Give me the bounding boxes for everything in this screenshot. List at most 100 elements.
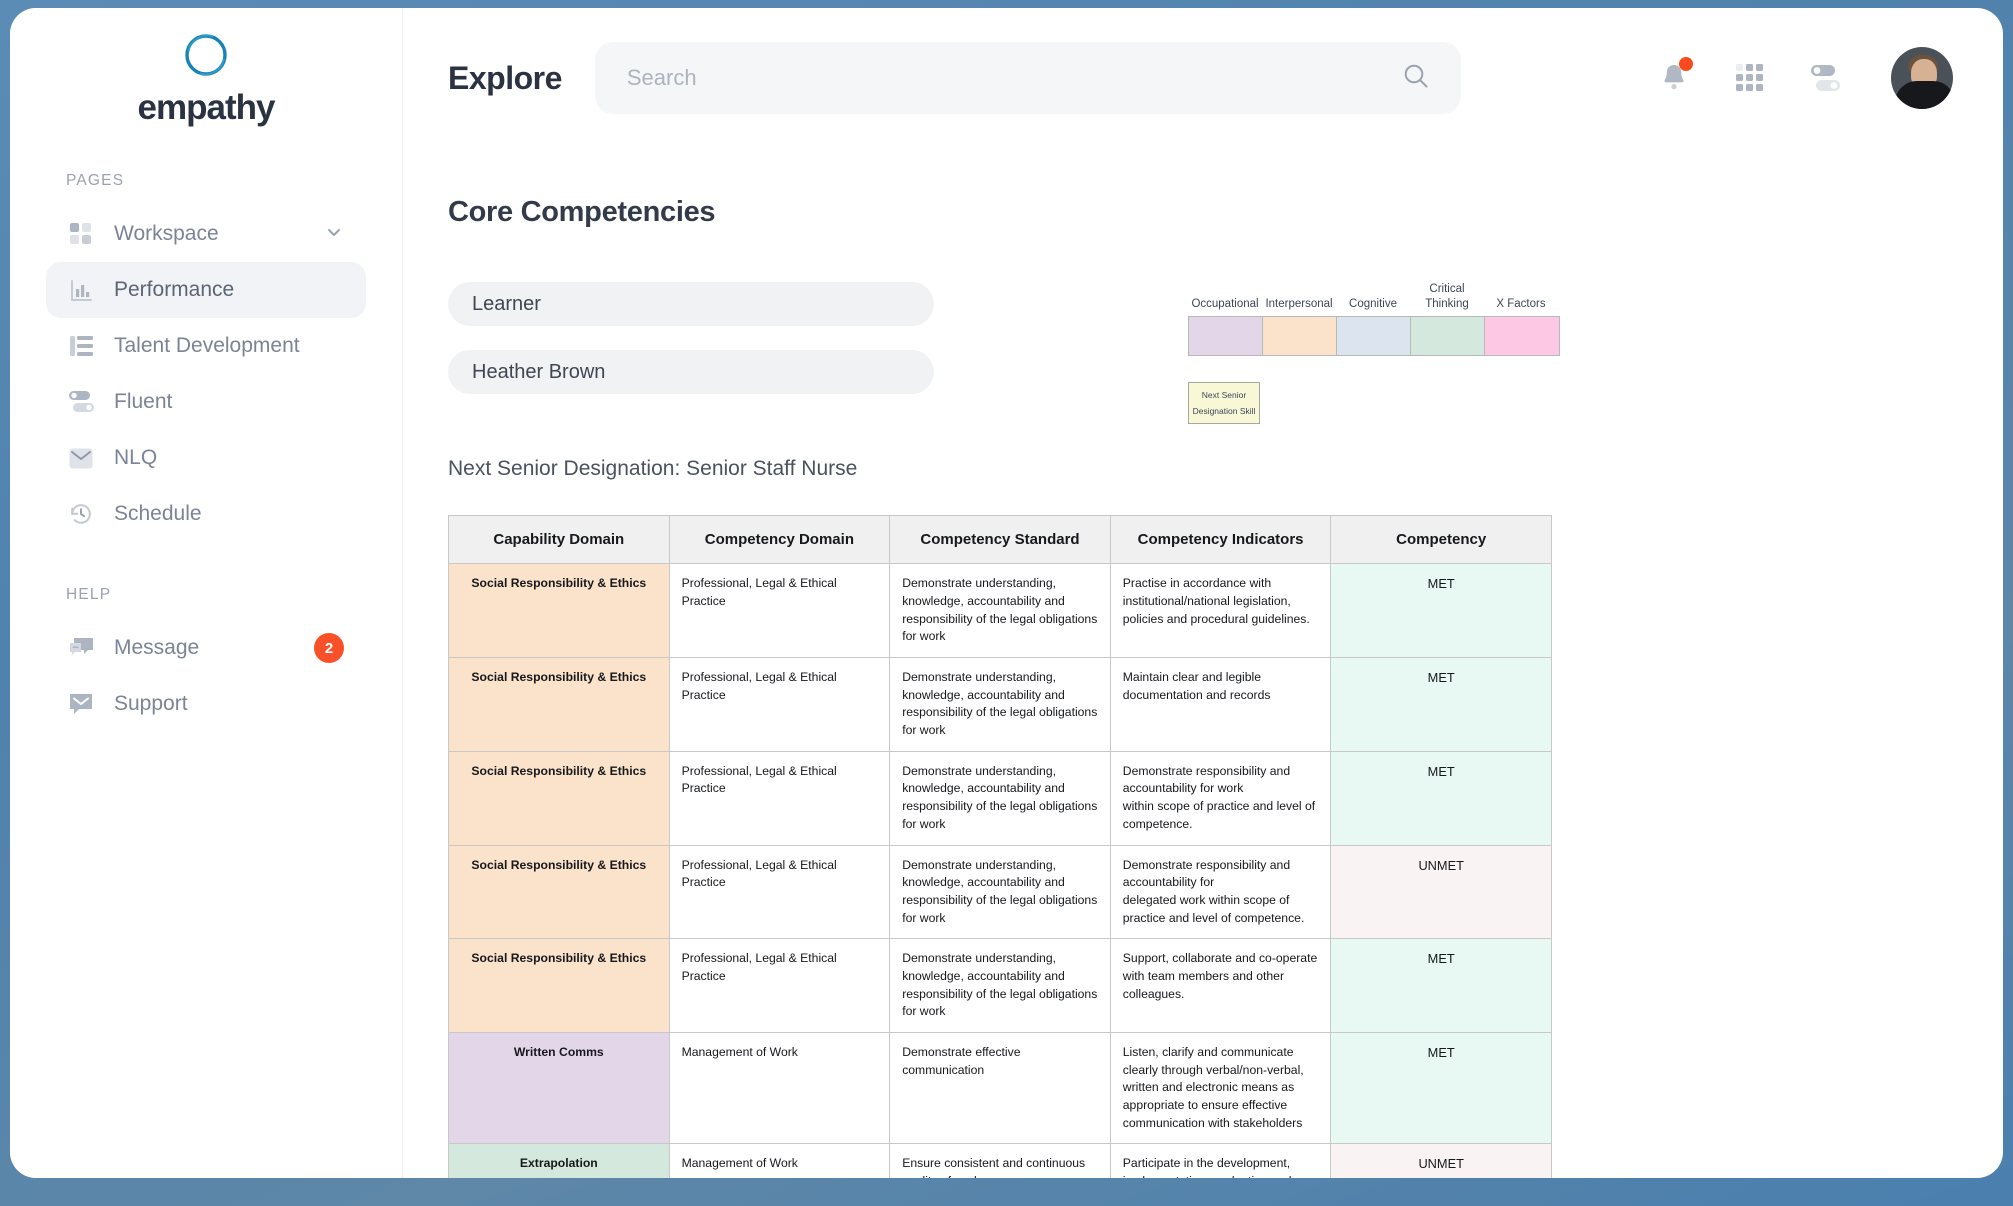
cell-competency-indicators: Participate in the development, implemen… bbox=[1109, 1143, 1332, 1178]
sidebar-item-performance[interactable]: Performance bbox=[46, 262, 366, 318]
sidebar-item-support[interactable]: Support bbox=[46, 676, 366, 732]
sidebar-item-label: Workspace bbox=[114, 222, 219, 245]
legend-label: X Factors bbox=[1496, 298, 1546, 311]
cell-competency-status: MET bbox=[1330, 750, 1552, 846]
sidebar-item-label: Fluent bbox=[114, 390, 173, 413]
chevron-down-icon[interactable] bbox=[324, 222, 344, 247]
brand-logo[interactable]: empathy bbox=[10, 8, 402, 128]
cell-competency-indicators: Support, collaborate and co-operate with… bbox=[1109, 938, 1332, 1034]
cell-capability-domain: Extrapolation bbox=[448, 1143, 670, 1178]
list-icon bbox=[68, 333, 94, 359]
cell-competency-standard: Demonstrate understanding, knowledge, ac… bbox=[889, 657, 1111, 752]
cell-competency-domain: Professional, Legal & Ethical Practice bbox=[668, 938, 891, 1034]
table-row[interactable]: Extrapolation Management of Work Ensure co… bbox=[448, 1143, 1552, 1178]
filters-and-legend-row: Learner Heather Brown Occupational Inter… bbox=[448, 282, 1953, 425]
column-header-competency-standard: Competency Standard bbox=[889, 515, 1111, 565]
header-icon-group bbox=[1613, 47, 1953, 109]
sidebar-item-label: Performance bbox=[114, 278, 235, 301]
notifications-button[interactable] bbox=[1659, 57, 1693, 94]
sidebar-item-workspace[interactable]: Workspace bbox=[46, 206, 366, 262]
avatar[interactable] bbox=[1891, 47, 1953, 109]
cell-capability-domain: Social Responsibility & Ethics bbox=[448, 657, 670, 752]
cell-competency-standard: Demonstrate understanding, knowledge, ac… bbox=[889, 750, 1111, 846]
sidebar-item-label: Message bbox=[114, 636, 200, 659]
sidebar-item-fluent[interactable]: Fluent bbox=[46, 374, 366, 430]
app-frame: empathy PAGES Workspace Performance Tale… bbox=[0, 0, 2013, 1206]
main-content: Core Competencies Learner Heather Brown … bbox=[403, 148, 2003, 1178]
column-header-competency-domain: Competency Domain bbox=[668, 515, 891, 565]
table-row[interactable]: Social Responsibility & Ethics Profession… bbox=[448, 563, 1552, 659]
envelope-icon bbox=[68, 445, 94, 471]
cell-competency-domain: Management of Work bbox=[668, 1032, 891, 1145]
search-bar[interactable] bbox=[594, 42, 1461, 114]
search-icon[interactable] bbox=[1401, 61, 1431, 96]
table-row[interactable]: Social Responsibility & Ethics Profession… bbox=[448, 750, 1552, 846]
settings-toggles-button[interactable] bbox=[1811, 63, 1845, 93]
apps-grid-button[interactable] bbox=[1735, 63, 1765, 93]
legend-note: Next Senior Designation Skill bbox=[1188, 382, 1260, 425]
table-head: Capability Domain Competency Domain Comp… bbox=[448, 515, 1552, 565]
table-row[interactable]: Written Comms Management of Work Demonstra… bbox=[448, 1032, 1552, 1145]
next-designation-subtitle: Next Senior Designation: Senior Staff Nu… bbox=[448, 457, 858, 481]
legend-swatch bbox=[1485, 317, 1559, 355]
sidebar-item-schedule[interactable]: Schedule bbox=[46, 486, 366, 542]
cell-competency-indicators: Practise in accordance with institutiona… bbox=[1109, 563, 1332, 659]
legend-swatches bbox=[1188, 316, 1560, 356]
cell-capability-domain: Social Responsibility & Ethics bbox=[448, 563, 670, 659]
table-row[interactable]: Social Responsibility & Ethics Profession… bbox=[448, 938, 1552, 1034]
page-title: Core Competencies bbox=[448, 196, 716, 228]
cell-competency-standard: Demonstrate understanding, knowledge, ac… bbox=[889, 938, 1111, 1034]
legend-swatch bbox=[1189, 317, 1263, 355]
support-chat-icon bbox=[68, 691, 94, 717]
legend-swatch bbox=[1263, 317, 1337, 355]
page-kicker: Explore bbox=[448, 59, 562, 96]
cell-competency-indicators: Demonstrate responsibility and accountab… bbox=[1109, 750, 1332, 846]
grid-squares-icon bbox=[68, 221, 94, 247]
cell-competency-status: MET bbox=[1330, 938, 1552, 1034]
competency-table: Capability Domain Competency Domain Comp… bbox=[448, 515, 1552, 1178]
legend-label: Interpersonal bbox=[1265, 298, 1333, 311]
sidebar-item-label: Schedule bbox=[114, 502, 202, 525]
learner-select[interactable]: Learner bbox=[448, 282, 934, 326]
toggles-icon bbox=[68, 389, 94, 415]
brand-name: empathy bbox=[137, 88, 276, 127]
sidebar-item-label: Support bbox=[114, 692, 188, 715]
legend: Occupational Interpersonal Cognitive Cri… bbox=[1188, 282, 1560, 425]
sidebar-item-label: NLQ bbox=[114, 446, 158, 469]
cell-competency-domain: Professional, Legal & Ethical Practice bbox=[668, 844, 891, 940]
cell-competency-indicators: Demonstrate responsibility and accountab… bbox=[1109, 844, 1332, 940]
search-input[interactable] bbox=[626, 65, 1401, 91]
empathy-circle-logo-icon bbox=[181, 30, 231, 80]
competency-table-wrapper: Capability Domain Competency Domain Comp… bbox=[448, 515, 1552, 1178]
cell-competency-domain: Professional, Legal & Ethical Practice bbox=[668, 657, 891, 752]
legend-label: Cognitive bbox=[1349, 298, 1397, 311]
cell-competency-indicators: Maintain clear and legible documentation… bbox=[1109, 657, 1332, 752]
cell-competency-status: UNMET bbox=[1330, 844, 1552, 940]
table-row[interactable]: Social Responsibility & Ethics Profession… bbox=[448, 844, 1552, 940]
sidebar: empathy PAGES Workspace Performance Tale… bbox=[10, 8, 403, 1178]
cell-capability-domain: Written Comms bbox=[448, 1032, 670, 1145]
top-header: Explore bbox=[403, 8, 2003, 148]
chat-icon bbox=[68, 635, 94, 661]
legend-label: Critical Thinking bbox=[1425, 282, 1469, 311]
table-body: Social Responsibility & Ethics Profession… bbox=[448, 563, 1552, 1178]
cell-capability-domain: Social Responsibility & Ethics bbox=[448, 750, 670, 846]
cell-competency-standard: Demonstrate understanding, knowledge, ac… bbox=[889, 844, 1111, 940]
filter-selectors: Learner Heather Brown bbox=[448, 282, 934, 394]
cell-competency-domain: Professional, Legal & Ethical Practice bbox=[668, 563, 891, 659]
learner-select-value: Learner bbox=[472, 292, 541, 315]
message-unread-badge: 2 bbox=[314, 633, 344, 663]
sidebar-item-message[interactable]: Message 2 bbox=[46, 620, 366, 676]
sidebar-item-nlq[interactable]: NLQ bbox=[46, 430, 366, 486]
sidebar-item-talent-development[interactable]: Talent Development bbox=[46, 318, 366, 374]
person-select[interactable]: Heather Brown bbox=[448, 350, 934, 394]
table-row[interactable]: Social Responsibility & Ethics Profession… bbox=[448, 657, 1552, 752]
clock-history-icon bbox=[68, 501, 94, 527]
cell-competency-status: MET bbox=[1330, 1032, 1552, 1145]
cell-competency-domain: Management of Work bbox=[668, 1143, 891, 1178]
cell-capability-domain: Social Responsibility & Ethics bbox=[448, 938, 670, 1034]
column-header-competency: Competency bbox=[1330, 515, 1552, 565]
cell-competency-standard: Ensure consistent and continuous quality… bbox=[889, 1143, 1111, 1178]
column-header-capability-domain: Capability Domain bbox=[448, 515, 670, 565]
sidebar-section-help: HELP bbox=[66, 586, 112, 603]
